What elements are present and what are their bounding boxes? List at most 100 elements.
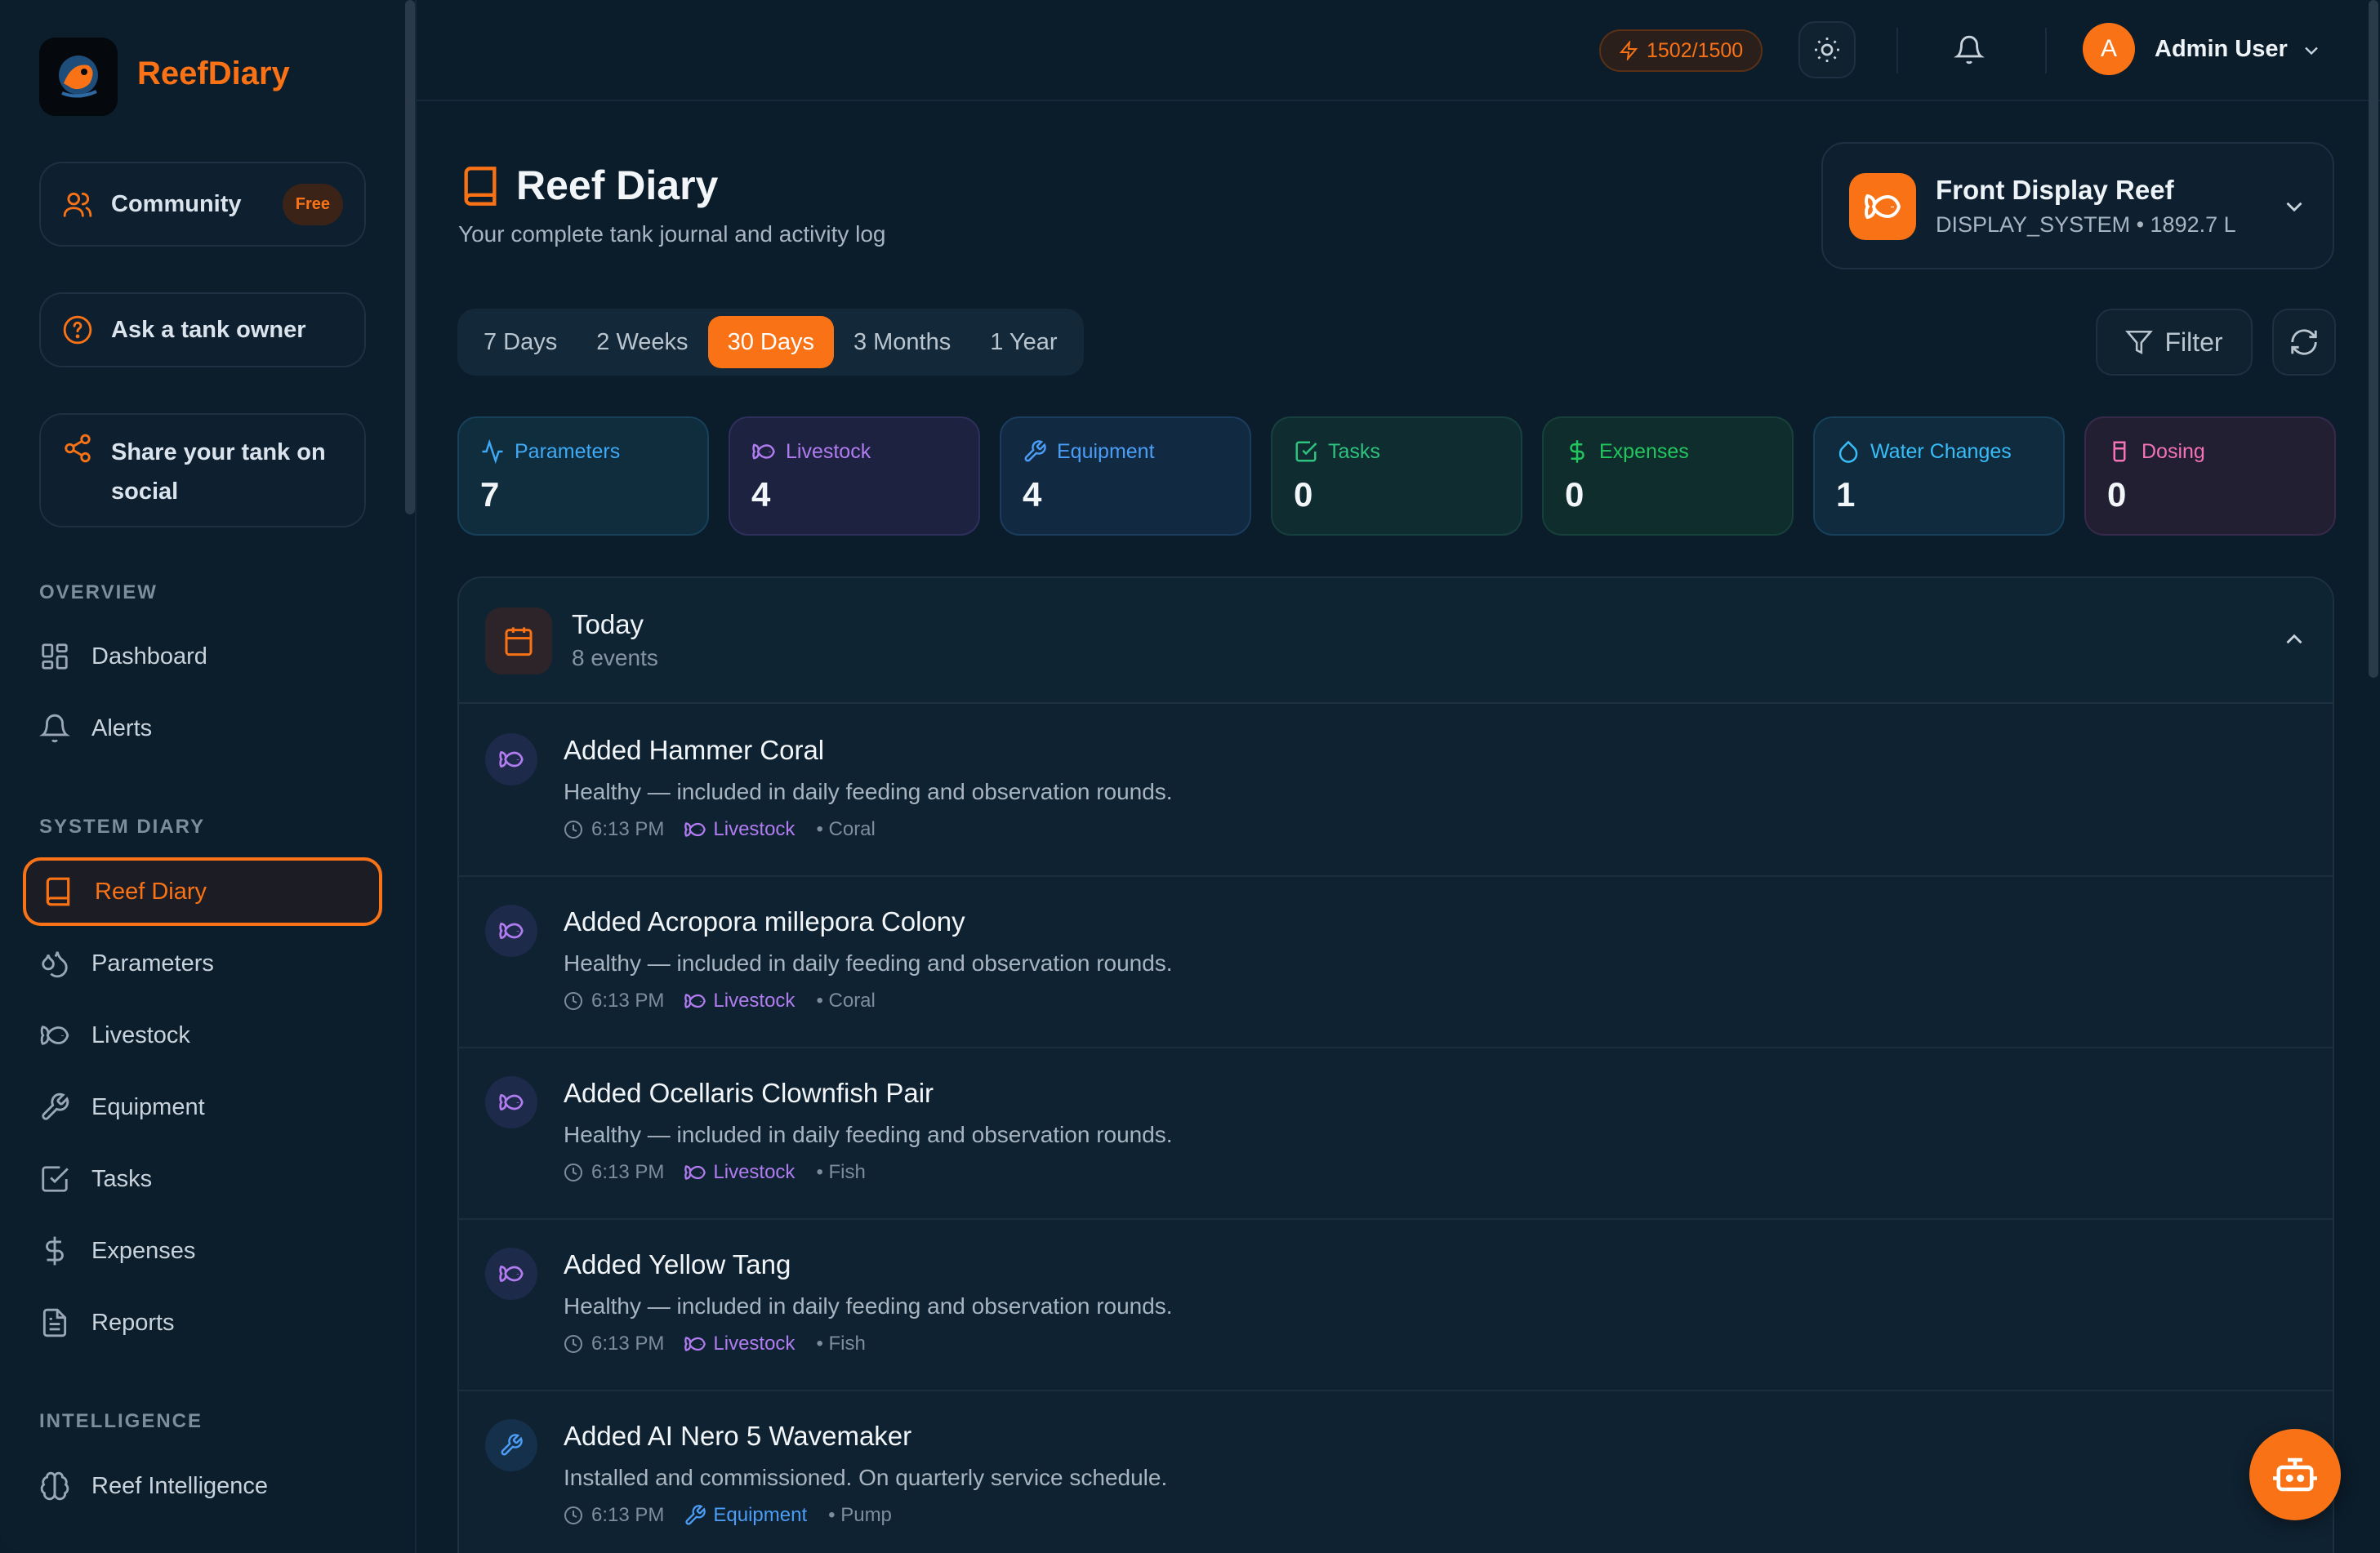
- timeline-day-header[interactable]: Today 8 events: [459, 578, 2333, 704]
- check-square-icon: [42, 1166, 69, 1192]
- event-category[interactable]: Equipment: [684, 1504, 807, 1527]
- expenses-label: Expenses: [91, 1237, 196, 1264]
- event-category-label: Livestock: [713, 1333, 796, 1355]
- reports-label: Reports: [91, 1309, 175, 1336]
- alerts-label: Alerts: [91, 714, 153, 741]
- stat-label: Livestock: [786, 439, 871, 463]
- topbar-divider: [2045, 28, 2047, 73]
- sidebar-item-reef-diary[interactable]: Reef Diary: [23, 857, 382, 926]
- chevron-down-icon[interactable]: [2300, 39, 2323, 62]
- stat-card-livestock[interactable]: Livestock 4: [729, 416, 980, 536]
- stat-value: 1: [1836, 475, 1856, 514]
- event-category[interactable]: Livestock: [684, 1161, 795, 1184]
- user-menu-name[interactable]: Admin User: [2155, 36, 2288, 63]
- sidebar-item-livestock[interactable]: Livestock: [23, 1001, 382, 1070]
- stat-card-expenses[interactable]: Expenses 0: [1542, 416, 1794, 536]
- notifications-button[interactable]: [1941, 21, 1998, 78]
- date-range-tabs: 7 Days 2 Weeks 30 Days 3 Months 1 Year: [457, 309, 1084, 376]
- stat-card-water-changes[interactable]: Water Changes 1: [1813, 416, 2065, 536]
- sidebar-item-equipment[interactable]: Equipment: [23, 1073, 382, 1141]
- stat-card-dosing[interactable]: Dosing 0: [2084, 416, 2336, 536]
- stat-label: Parameters: [515, 439, 621, 463]
- sidebar-scrollbar[interactable]: [405, 0, 415, 514]
- timeline-event[interactable]: Added Hammer Coral Healthy — included in…: [459, 705, 2333, 877]
- event-title: Added Acropora millepora Colony: [564, 906, 965, 937]
- fish-icon: [485, 1076, 537, 1128]
- fish-icon: [485, 733, 537, 785]
- calendar-icon: [485, 607, 552, 674]
- filter-button[interactable]: Filter: [2096, 309, 2253, 376]
- event-meta: 6:13 PM Livestock • Coral: [564, 990, 876, 1012]
- event-category-label: Livestock: [713, 990, 796, 1012]
- event-description: Healthy — included in daily feeding and …: [564, 950, 1173, 976]
- event-category[interactable]: Livestock: [684, 990, 795, 1012]
- check-square-icon: [1295, 441, 1317, 462]
- sidebar-item-tasks[interactable]: Tasks: [23, 1145, 382, 1213]
- help-circle-icon: [63, 315, 92, 345]
- timeline-event[interactable]: Added Yellow Tang Healthy — included in …: [459, 1220, 2333, 1391]
- stat-card-equipment[interactable]: Equipment 4: [1000, 416, 1251, 536]
- event-category[interactable]: Livestock: [684, 818, 795, 841]
- theme-toggle-button[interactable]: [1798, 21, 1856, 78]
- chevron-up-icon[interactable]: [2280, 625, 2308, 653]
- clock-icon: [564, 1506, 582, 1524]
- parameters-label: Parameters: [91, 950, 214, 977]
- event-subcategory: • Pump: [828, 1504, 892, 1526]
- bell-icon: [1954, 35, 1985, 65]
- timeline-event[interactable]: Added AI Nero 5 Wavemaker Installed and …: [459, 1391, 2333, 1553]
- event-time: 6:13 PM: [591, 990, 665, 1012]
- event-description: Healthy — included in daily feeding and …: [564, 1293, 1173, 1319]
- sidebar-item-reef-intelligence[interactable]: Reef Intelligence: [23, 1452, 382, 1520]
- reef-diary-label: Reef Diary: [95, 878, 207, 905]
- sidebar-item-reports[interactable]: Reports: [23, 1288, 382, 1357]
- share-label-line1: Share your tank on: [111, 439, 326, 465]
- event-title: Added Yellow Tang: [564, 1249, 791, 1279]
- range-1-year[interactable]: 1 Year: [970, 316, 1076, 368]
- brand-name[interactable]: ReefDiary: [137, 56, 290, 92]
- clock-icon: [564, 1164, 582, 1181]
- event-category-label: Livestock: [713, 1161, 796, 1183]
- filter-label: Filter: [2164, 327, 2223, 357]
- sidebar-item-alerts[interactable]: Alerts: [23, 694, 382, 763]
- system-diary-heading: SYSTEM DIARY: [39, 816, 206, 838]
- refresh-button[interactable]: [2272, 309, 2336, 376]
- tank-selector[interactable]: Front Display Reef DISPLAY_SYSTEM • 1892…: [1821, 142, 2334, 269]
- sidebar-item-expenses[interactable]: Expenses: [23, 1217, 382, 1285]
- credits-value: 1502/1500: [1647, 38, 1744, 62]
- stat-value: 4: [1023, 475, 1042, 514]
- stat-label: Water Changes: [1870, 439, 2012, 463]
- users-icon: [63, 192, 92, 217]
- share-icon: [65, 434, 91, 463]
- range-30-days[interactable]: 30 Days: [707, 316, 834, 368]
- overview-heading: OVERVIEW: [39, 581, 158, 603]
- app-window: ReefDiary Community Free Ask a tank owne…: [0, 0, 2380, 1553]
- intelligence-heading: INTELLIGENCE: [39, 1410, 203, 1432]
- timeline-event[interactable]: Added Ocellaris Clownfish Pair Healthy —…: [459, 1048, 2333, 1220]
- event-time: 6:13 PM: [591, 1333, 665, 1355]
- bot-icon: [2273, 1457, 2317, 1492]
- main-scrollbar[interactable]: [2369, 0, 2378, 678]
- range-2-weeks[interactable]: 2 Weeks: [577, 316, 707, 368]
- event-category-label: Equipment: [713, 1504, 808, 1526]
- stat-card-parameters[interactable]: Parameters 7: [457, 416, 709, 536]
- avatar[interactable]: A: [2083, 23, 2135, 75]
- range-7-days[interactable]: 7 Days: [464, 316, 577, 368]
- ask-tank-owner-card[interactable]: Ask a tank owner: [39, 292, 366, 367]
- filter-icon: [2125, 330, 2154, 354]
- refresh-icon: [2291, 329, 2317, 355]
- share-tank-card[interactable]: Share your tank on social: [39, 413, 366, 527]
- stat-card-tasks[interactable]: Tasks 0: [1271, 416, 1522, 536]
- brand-logo[interactable]: [39, 38, 118, 116]
- sidebar-item-parameters[interactable]: Parameters: [23, 929, 382, 998]
- event-category[interactable]: Livestock: [684, 1333, 795, 1355]
- credits-badge[interactable]: 1502/1500: [1599, 29, 1763, 72]
- timeline-event[interactable]: Added Acropora millepora Colony Healthy …: [459, 877, 2333, 1048]
- page-subtitle: Your complete tank journal and activity …: [458, 221, 886, 247]
- fish-icon: [684, 994, 706, 1008]
- range-3-months[interactable]: 3 Months: [834, 316, 970, 368]
- wrench-icon: [485, 1419, 537, 1471]
- beaker-icon: [2113, 441, 2126, 462]
- ai-assistant-button[interactable]: [2249, 1429, 2341, 1520]
- sidebar-item-dashboard[interactable]: Dashboard: [23, 622, 382, 691]
- community-card[interactable]: Community Free: [39, 162, 366, 247]
